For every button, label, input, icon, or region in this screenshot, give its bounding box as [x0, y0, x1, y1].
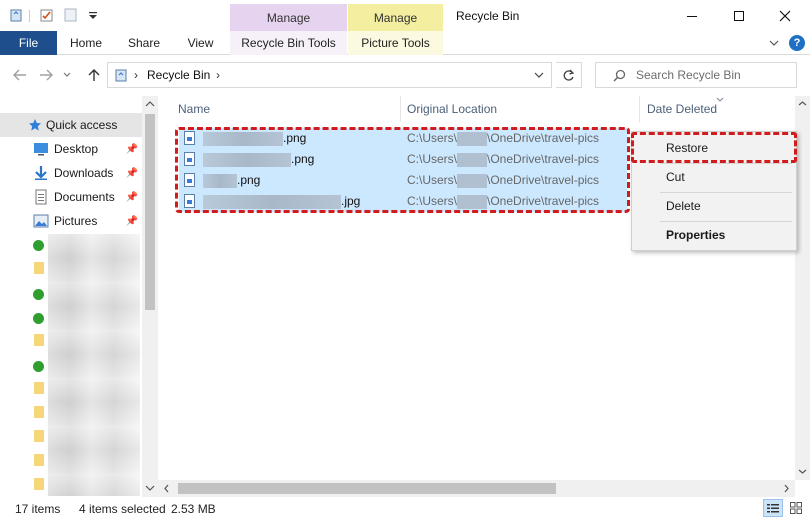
nav-scrollbar[interactable] — [142, 96, 158, 497]
minimize-icon — [687, 15, 697, 17]
forward-button[interactable] — [36, 66, 56, 84]
pin-icon[interactable]: 📌 — [126, 216, 138, 227]
documents-icon — [35, 189, 47, 205]
refresh-icon — [563, 69, 575, 81]
status-bar: 17 items 4 items selected 2.53 MB — [0, 497, 810, 521]
tab-file[interactable]: File — [0, 31, 57, 55]
details-view-icon — [767, 504, 779, 513]
search-placeholder: Search Recycle Bin — [636, 68, 741, 82]
nav-quick-access-label: Quick access — [46, 118, 118, 132]
nav-pictures[interactable]: Pictures 📌 — [0, 209, 142, 233]
manage-picture-tab-header: Manage — [348, 4, 443, 31]
maximize-icon — [734, 10, 744, 21]
tab-share[interactable]: Share — [115, 31, 173, 55]
redacted-folder-list — [30, 234, 142, 496]
back-button[interactable] — [10, 66, 30, 84]
minimize-button[interactable] — [669, 0, 715, 31]
details-view-button[interactable] — [763, 499, 783, 517]
large-icons-view-icon — [790, 502, 802, 514]
pictures-icon — [33, 214, 49, 228]
menu-separator — [660, 163, 792, 164]
star-icon — [29, 119, 41, 131]
tab-picture-tools[interactable]: Picture Tools — [348, 31, 443, 55]
nav-documents-label: Documents — [54, 190, 115, 204]
title-bar: Manage Manage Recycle Bin — [0, 0, 810, 31]
manage-recycle-tab-header: Manage — [230, 4, 347, 31]
nav-documents[interactable]: Documents 📌 — [0, 185, 142, 209]
chevron-up-icon — [145, 101, 155, 107]
chevron-down-icon — [769, 40, 779, 46]
address-bar[interactable]: › Recycle Bin › — [107, 62, 552, 88]
breadcrumb-separator[interactable]: › — [216, 68, 220, 82]
selection-highlight — [175, 127, 630, 213]
menu-item-delete[interactable]: Delete — [632, 195, 796, 217]
tab-home[interactable]: Home — [57, 31, 115, 55]
nav-desktop-label: Desktop — [54, 142, 99, 156]
recycle-bin-icon — [10, 9, 22, 22]
up-button[interactable] — [84, 66, 104, 84]
column-divider[interactable] — [639, 96, 640, 122]
breadcrumb-recycle-bin[interactable]: Recycle Bin — [147, 68, 210, 82]
pin-icon[interactable]: 📌 — [126, 144, 138, 155]
chevron-down-icon — [145, 485, 155, 491]
customize-quick-access-icon[interactable] — [86, 8, 100, 22]
arrow-up-icon — [88, 69, 100, 81]
chevron-down-icon — [798, 469, 807, 474]
nav-desktop[interactable]: Desktop 📌 — [0, 137, 142, 161]
properties-icon[interactable] — [40, 8, 54, 22]
restore-highlight — [631, 132, 797, 163]
menu-item-cut[interactable]: Cut — [632, 166, 796, 188]
menu-item-properties[interactable]: Properties — [632, 224, 796, 246]
address-history-button[interactable] — [526, 63, 550, 87]
arrow-right-icon — [40, 69, 53, 81]
nav-downloads[interactable]: Downloads 📌 — [0, 161, 142, 185]
help-icon: ? — [793, 37, 801, 49]
selection-size: 2.53 MB — [171, 502, 216, 516]
pin-icon[interactable]: 📌 — [126, 168, 138, 179]
nav-scrollbar-thumb[interactable] — [145, 114, 155, 310]
nav-downloads-label: Downloads — [54, 166, 114, 180]
search-box[interactable]: Search Recycle Bin — [595, 62, 797, 88]
chevron-down-icon — [534, 72, 543, 78]
new-folder-icon[interactable] — [64, 8, 78, 22]
sort-chevron-icon — [716, 97, 724, 102]
tab-recycle-bin-tools[interactable]: Recycle Bin Tools — [230, 31, 347, 55]
menu-separator — [660, 221, 792, 222]
chevron-right-icon — [784, 484, 789, 493]
pin-icon[interactable]: 📌 — [126, 192, 138, 203]
search-icon — [613, 69, 626, 82]
maximize-button[interactable] — [716, 0, 762, 31]
close-button[interactable] — [762, 0, 808, 31]
large-icons-view-button[interactable] — [786, 499, 806, 517]
selection-count: 4 items selected — [79, 502, 166, 516]
arrow-left-icon — [13, 69, 26, 81]
column-header-name[interactable]: Name — [178, 96, 400, 122]
content-vertical-scrollbar[interactable] — [795, 96, 810, 480]
breadcrumb-separator[interactable]: › — [134, 68, 138, 82]
horizontal-scrollbar-thumb[interactable] — [178, 483, 556, 494]
tab-view[interactable]: View — [173, 31, 228, 55]
nav-pictures-label: Pictures — [54, 214, 98, 228]
recycle-bin-icon — [115, 69, 127, 82]
close-icon — [779, 10, 791, 21]
chevron-left-icon — [164, 484, 169, 493]
column-divider[interactable] — [400, 96, 401, 122]
content-horizontal-scrollbar[interactable] — [158, 480, 795, 497]
navigation-pane: Quick access Desktop 📌 Downloads 📌 Docum… — [0, 96, 158, 497]
item-count: 17 items — [15, 502, 61, 516]
nav-quick-access[interactable]: Quick access — [0, 113, 142, 137]
refresh-button[interactable] — [556, 62, 582, 88]
recent-locations-button[interactable] — [60, 66, 74, 84]
desktop-icon — [34, 143, 48, 156]
help-button[interactable]: ? — [789, 35, 805, 51]
chevron-down-icon — [63, 72, 71, 77]
download-icon — [35, 166, 47, 180]
ribbon-tabs: File Home Share View Recycle Bin Tools P… — [0, 31, 810, 55]
window-title: Recycle Bin — [456, 9, 520, 23]
menu-separator — [660, 192, 792, 193]
chevron-up-icon — [798, 101, 807, 106]
expand-ribbon-button[interactable] — [766, 35, 782, 51]
column-header-original-location[interactable]: Original Location — [407, 96, 639, 122]
